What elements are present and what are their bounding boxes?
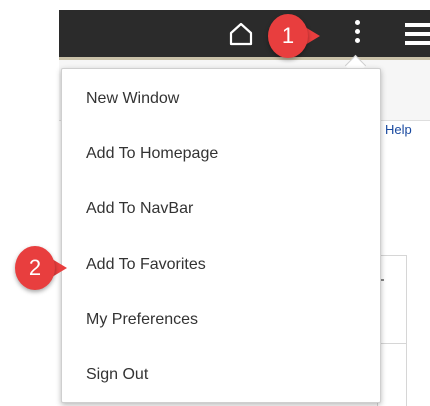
panel-border — [406, 255, 407, 406]
menu-item-new-window[interactable]: New Window — [62, 71, 380, 126]
callout-2: 2 — [15, 246, 67, 290]
hamburger-icon[interactable] — [405, 23, 430, 45]
menu-item-add-to-favorites[interactable]: Add To Favorites — [62, 237, 380, 292]
home-icon[interactable] — [228, 22, 254, 46]
menu-item-add-to-navbar[interactable]: Add To NavBar — [62, 181, 380, 236]
menu-item-add-to-homepage[interactable]: Add To Homepage — [62, 126, 380, 181]
callout-number: 1 — [268, 14, 308, 58]
callout-1: 1 — [268, 14, 320, 58]
menu-item-sign-out[interactable]: Sign Out — [62, 347, 380, 402]
kebab-menu-icon[interactable] — [351, 20, 363, 50]
help-link[interactable]: Help — [385, 122, 412, 137]
panel-border — [377, 255, 407, 256]
panel-border — [377, 343, 407, 344]
callout-number: 2 — [15, 246, 55, 290]
menu-item-my-preferences[interactable]: My Preferences — [62, 292, 380, 347]
actions-menu: New Window Add To Homepage Add To NavBar… — [61, 68, 381, 403]
